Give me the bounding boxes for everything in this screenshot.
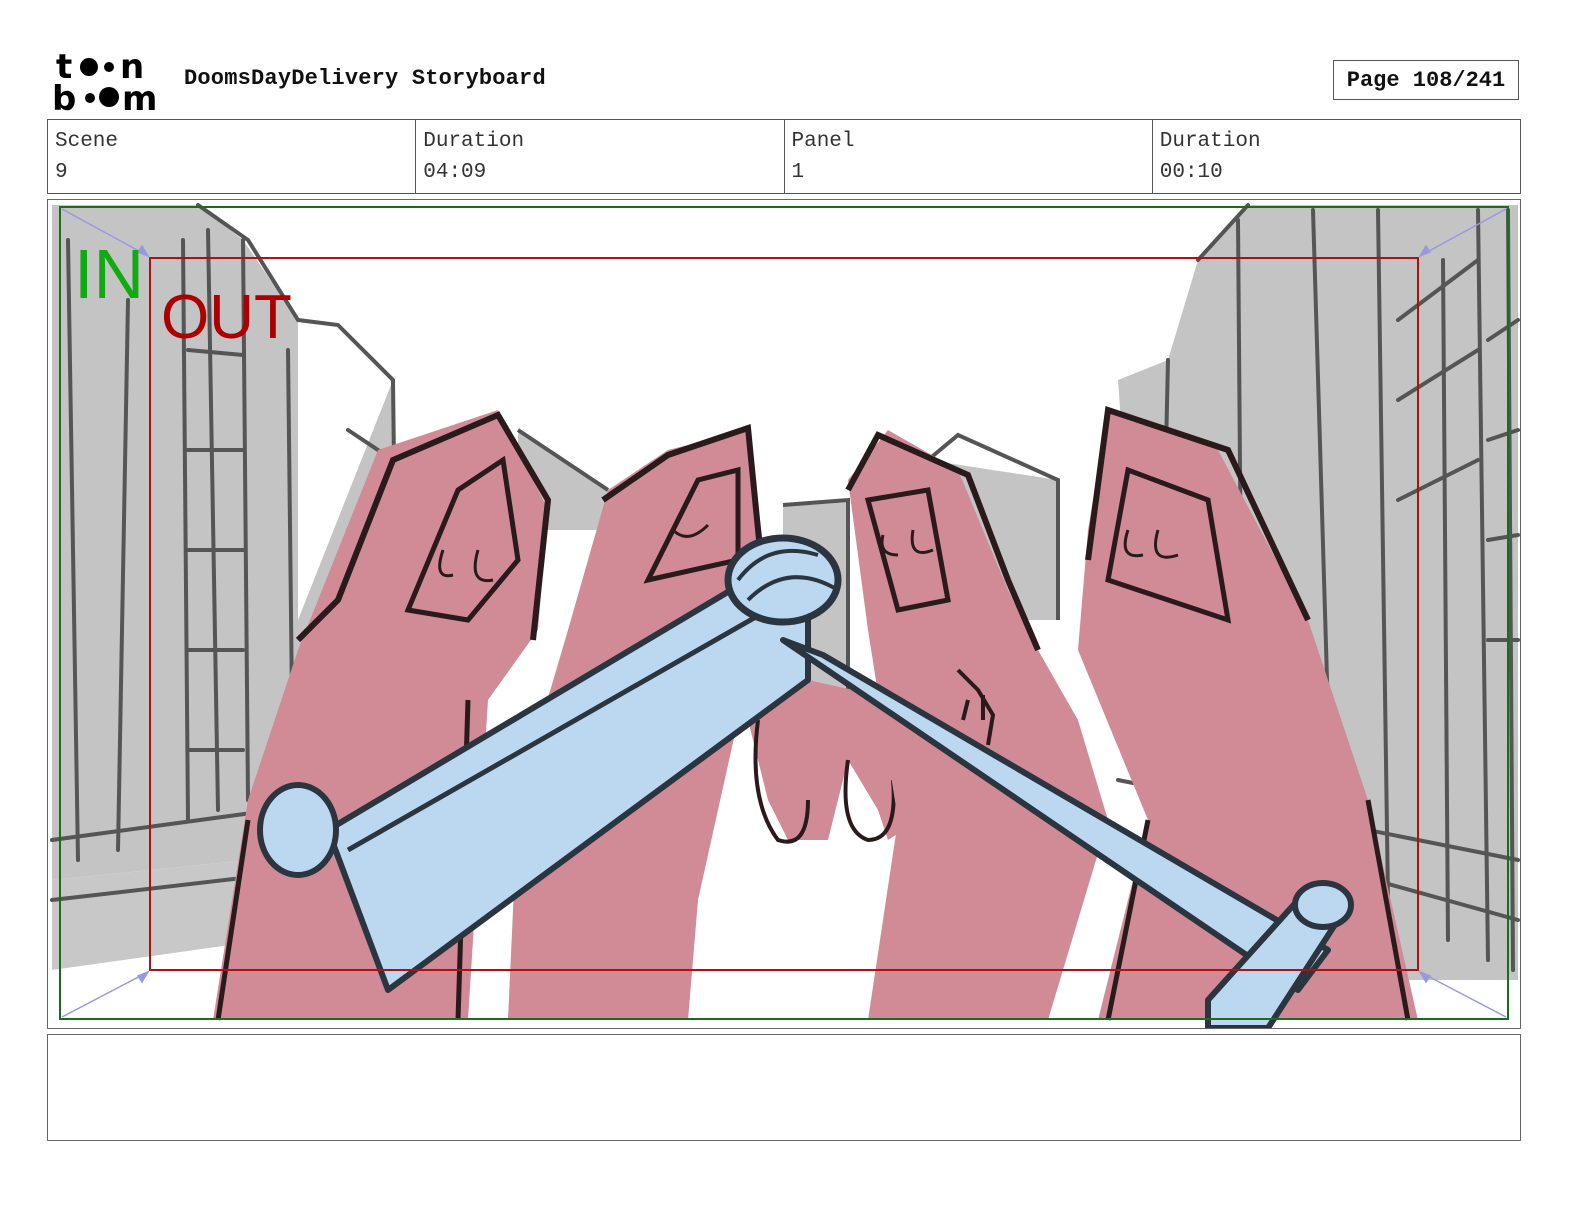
out-label: OUT	[161, 283, 292, 352]
storyboard-panel: IN OUT	[47, 199, 1521, 1029]
scene-duration-cell: Duration 04:09	[416, 120, 785, 193]
panel-value: 1	[791, 161, 805, 184]
panel-duration-cell: Duration 00:10	[1153, 120, 1520, 193]
panel-label: Panel	[791, 130, 855, 153]
page-indicator: Page 108/241	[1333, 60, 1519, 100]
scene-duration-value: 04:09	[423, 161, 487, 184]
toonboom-logo: t n b m	[52, 50, 164, 112]
panel-drawing: IN OUT	[50, 203, 1520, 1028]
svg-text:m: m	[122, 79, 157, 112]
panel-duration-label: Duration	[1159, 130, 1261, 153]
panel-notes	[47, 1034, 1521, 1141]
scene-cell: Scene 9	[48, 120, 417, 193]
scene-value: 9	[55, 161, 68, 184]
panel-cell: Panel 1	[785, 120, 1153, 193]
document-title: DoomsDayDelivery Storyboard	[184, 66, 546, 91]
panel-duration-value: 00:10	[1159, 161, 1223, 184]
scene-duration-label: Duration	[423, 130, 525, 153]
scene-label: Scene	[55, 130, 119, 153]
info-table: Scene 9 Duration 04:09 Panel 1 Duration …	[47, 119, 1521, 194]
in-label: IN	[74, 235, 144, 313]
svg-text:b: b	[52, 79, 76, 112]
